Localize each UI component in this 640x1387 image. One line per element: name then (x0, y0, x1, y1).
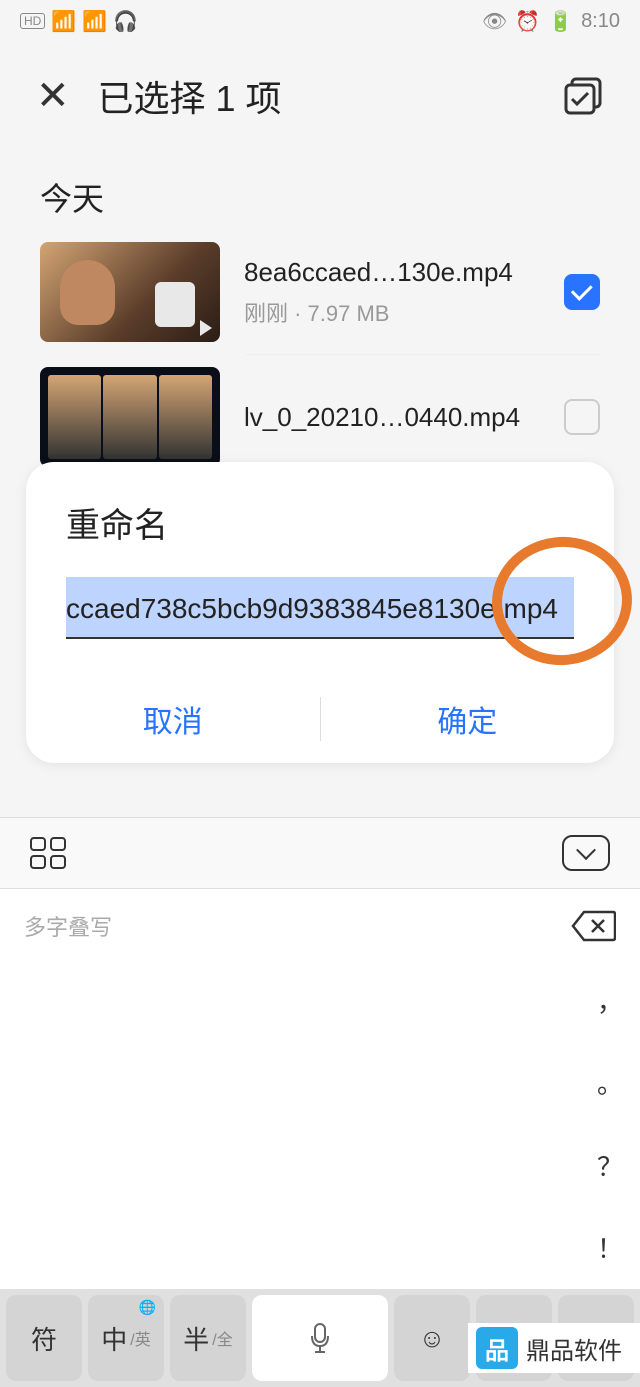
handwriting-hint: 多字叠写 (24, 910, 112, 942)
file-thumbnail (40, 242, 220, 342)
hd-icon: HD (20, 13, 45, 29)
selection-header: ✕ 已选择 1 项 (0, 42, 640, 150)
chinese-key[interactable]: 🌐中/英 (88, 1295, 164, 1381)
punct-comma[interactable]: ， (597, 982, 623, 1019)
cancel-button[interactable]: 取消 (26, 675, 320, 763)
punctuation-column: ， 。 ？ ！ (580, 959, 640, 1289)
symbol-key[interactable]: 符 (6, 1295, 82, 1381)
punct-exclaim[interactable]: ！ (597, 1229, 623, 1266)
wifi-icon: 📶 (82, 9, 107, 34)
mic-key[interactable] (252, 1295, 388, 1381)
section-today: 今天 (0, 150, 640, 230)
handwriting-area[interactable]: ， 。 ？ ！ (0, 959, 640, 1289)
status-bar: HD 📶 📶 🎧 👁 ⏰ 🔋 8:10 (0, 0, 640, 42)
select-all-button[interactable] (562, 75, 604, 117)
status-time: 8:10 (581, 10, 620, 33)
keyboard-apps-icon[interactable] (30, 837, 66, 869)
punct-period[interactable]: 。 (597, 1064, 623, 1101)
rename-input[interactable] (66, 577, 574, 639)
keyboard-hint-row: 多字叠写 (0, 889, 640, 959)
rename-dialog: 重命名 取消 确定 (26, 462, 614, 763)
watermark-text: 鼎品软件 (526, 1331, 622, 1366)
file-row[interactable]: lv_0_20210…0440.mp4 (0, 355, 640, 479)
confirm-button[interactable]: 确定 (321, 675, 615, 763)
file-name: 8ea6ccaed…130e.mp4 (244, 257, 540, 288)
watermark-icon: 品 (476, 1327, 518, 1369)
headphones-icon: 🎧 (113, 9, 138, 34)
keyboard-collapse-icon[interactable] (562, 835, 610, 871)
file-name: lv_0_20210…0440.mp4 (244, 402, 540, 433)
file-row[interactable]: 8ea6ccaed…130e.mp4 刚刚 · 7.97 MB (0, 230, 640, 354)
watermark: 品 鼎品软件 (468, 1323, 640, 1373)
status-right: 👁 ⏰ 🔋 8:10 (482, 9, 620, 34)
signal-icon: 📶 (51, 9, 76, 34)
status-left: HD 📶 📶 🎧 (20, 9, 138, 34)
file-meta: 刚刚 · 7.97 MB (244, 296, 540, 328)
alarm-icon: ⏰ (515, 9, 540, 34)
backspace-icon[interactable] (570, 909, 616, 943)
close-icon[interactable]: ✕ (36, 73, 70, 119)
emoji-key[interactable]: ☺ (394, 1295, 470, 1381)
keyboard-toolbar (0, 817, 640, 889)
file-info: 8ea6ccaed…130e.mp4 刚刚 · 7.97 MB (244, 257, 540, 328)
globe-icon: 🌐 (139, 1299, 156, 1316)
battery-icon: 🔋 (548, 9, 573, 34)
microphone-icon (309, 1322, 331, 1354)
dialog-title: 重命名 (26, 498, 614, 577)
halfwidth-key[interactable]: 半/全 (170, 1295, 246, 1381)
checkbox-checked[interactable] (564, 274, 600, 310)
eye-icon: 👁 (482, 9, 507, 34)
punct-question[interactable]: ？ (597, 1147, 623, 1184)
file-info: lv_0_20210…0440.mp4 (244, 402, 540, 433)
checkbox-empty[interactable] (564, 399, 600, 435)
dialog-actions: 取消 确定 (26, 675, 614, 763)
file-thumbnail (40, 367, 220, 467)
page-title: 已选择 1 项 (98, 70, 562, 122)
